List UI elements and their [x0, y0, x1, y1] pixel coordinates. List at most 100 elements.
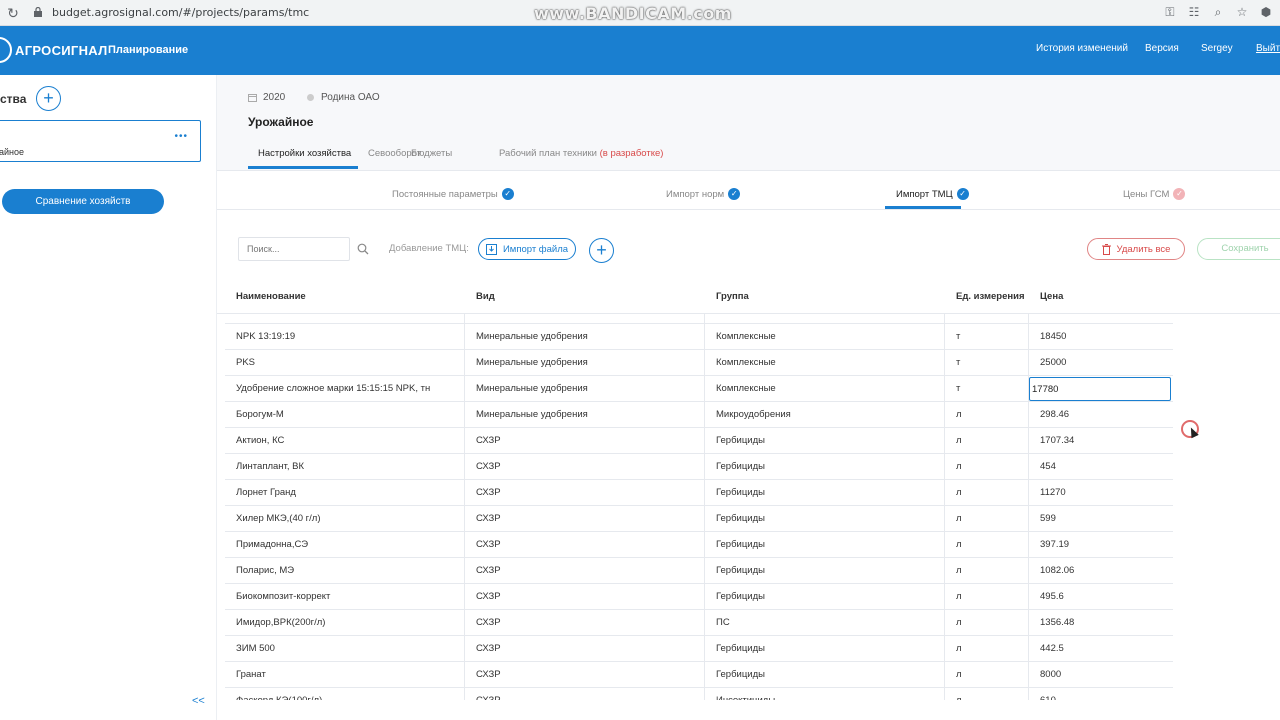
- tab-budgets[interactable]: Бюджеты: [411, 148, 452, 159]
- save-button[interactable]: Сохранить: [1197, 238, 1280, 260]
- table-row[interactable]: ЗИМ 500 СХЗР Гербициды л 442.5: [225, 636, 1173, 662]
- compare-farms-button[interactable]: Сравнение хозяйств: [2, 189, 164, 214]
- column-header-name[interactable]: Наименование: [236, 291, 306, 302]
- cell-unit: л: [945, 428, 1029, 454]
- table-row[interactable]: PKS Минеральные удобрения Комплексные т 2500…: [225, 350, 1173, 376]
- search-icon[interactable]: [357, 243, 369, 255]
- table-row[interactable]: Биокомпозит-коррект СХЗР Гербициды л 495.6: [225, 584, 1173, 610]
- cell-unit: т: [945, 376, 1029, 402]
- table-row[interactable]: Гранат СХЗР Гербициды л 8000: [225, 662, 1173, 688]
- column-header-group[interactable]: Группа: [716, 291, 749, 302]
- trash-icon: [1101, 243, 1111, 255]
- cell-unit: л: [945, 454, 1029, 480]
- collapse-sidebar-button[interactable]: <<: [192, 695, 205, 707]
- cell-name: Имидор,ВРК(200г/л): [225, 610, 465, 636]
- farm-card[interactable]: ••• айное: [0, 120, 201, 162]
- extension-icon[interactable]: ⬢: [1258, 4, 1274, 20]
- cell-unit: л: [945, 636, 1029, 662]
- more-icon[interactable]: •••: [174, 131, 188, 142]
- cell-kind: Минеральные удобрения: [465, 324, 705, 350]
- table-row[interactable]: NPK 13:19:19 Минеральные удобрения Комплек…: [225, 324, 1173, 350]
- import-file-button[interactable]: Импорт файла: [478, 238, 576, 260]
- check-icon: ✓: [501, 188, 514, 200]
- subtab-import-norms-label: Импорт норм: [666, 188, 725, 200]
- breadcrumb-year[interactable]: 2020: [248, 92, 285, 103]
- column-header-price[interactable]: Цена: [1040, 291, 1063, 302]
- subtab-constant-params[interactable]: Постоянные параметры ✓: [392, 188, 514, 200]
- add-tmc-button[interactable]: +: [589, 238, 614, 263]
- cell-unit: т: [945, 324, 1029, 350]
- logout-link[interactable]: Выйт: [1256, 43, 1280, 54]
- subtab-import-tmc[interactable]: Импорт ТМЦ ✓: [896, 188, 969, 200]
- app-header: АГРОСИГНАЛ Планирование История изменени…: [0, 26, 1280, 75]
- cell-price[interactable]: 610: [1029, 688, 1173, 700]
- table-row[interactable]: Линтаплант, ВК СХЗР Гербициды л 454: [225, 454, 1173, 480]
- translate-icon[interactable]: ☷: [1186, 4, 1202, 20]
- lock-icon: [34, 7, 42, 17]
- tab-farm-settings[interactable]: Настройки хозяйства: [258, 148, 351, 159]
- cell-price[interactable]: 298.46: [1029, 402, 1173, 428]
- cell-name: Фаскорд КЭ(100г/л): [225, 688, 465, 700]
- address-bar[interactable]: budget.agrosignal.com/#/projects/params/…: [52, 6, 309, 19]
- cell-name: Гранат: [225, 662, 465, 688]
- key-icon[interactable]: ⚿: [1162, 4, 1178, 20]
- logo-icon: [0, 37, 12, 63]
- cell-unit: л: [945, 558, 1029, 584]
- cell-kind: Минеральные удобрения: [465, 376, 705, 402]
- sidebar: ства + ••• айное Сравнение хозяйств <<: [0, 75, 217, 720]
- delete-all-button[interactable]: Удалить все: [1087, 238, 1185, 260]
- add-farm-button[interactable]: +: [36, 86, 61, 111]
- cell-group: Микроудобрения: [705, 402, 945, 428]
- subtab-fuel-prices[interactable]: Цены ГСМ ✓: [1123, 188, 1186, 200]
- cell-group: Гербициды: [705, 428, 945, 454]
- user-name[interactable]: Sergey: [1201, 43, 1233, 54]
- subtab-import-tmc-label: Импорт ТМЦ: [896, 188, 953, 200]
- brand-subtitle: Планирование: [108, 44, 189, 56]
- tab-machinery-plan[interactable]: Рабочий план техники (в разработке): [499, 148, 663, 159]
- table-row[interactable]: Поларис, МЭ СХЗР Гербициды л 1082.06: [225, 558, 1173, 584]
- bookmark-star-icon[interactable]: ☆: [1234, 4, 1250, 20]
- cell-price[interactable]: 25000: [1029, 350, 1173, 376]
- sub-tabs: Постоянные параметры ✓ Импорт норм ✓ Импор…: [217, 170, 1280, 210]
- zoom-icon[interactable]: ⌕: [1210, 4, 1226, 20]
- cell-price[interactable]: 454: [1029, 454, 1173, 480]
- cell-kind: СХЗР: [465, 506, 705, 532]
- cell-price[interactable]: 1707.34: [1029, 428, 1173, 454]
- table-row[interactable]: Борогум-М Минеральные удобрения Микроудобр…: [225, 402, 1173, 428]
- cell-group: Гербициды: [705, 480, 945, 506]
- cell-unit: л: [945, 584, 1029, 610]
- table-row[interactable]: Имидор,ВРК(200г/л) СХЗР ПС л 1356.48: [225, 610, 1173, 636]
- cell-price[interactable]: 11270: [1029, 480, 1173, 506]
- cell-price[interactable]: 8000: [1029, 662, 1173, 688]
- price-input[interactable]: [1029, 377, 1171, 401]
- table-row[interactable]: Фаскорд КЭ(100г/л)СХЗРИнсектицидыл610: [225, 688, 1173, 700]
- check-icon: ✓: [728, 188, 741, 200]
- table-body: NPK 13:19:19 Минеральные удобрения Комплек…: [225, 314, 1173, 700]
- version-link[interactable]: Версия: [1145, 43, 1179, 54]
- table-row[interactable]: Удобрение сложное марки 15:15:15 NPK, тн…: [225, 376, 1173, 402]
- cell-price[interactable]: 442.5: [1029, 636, 1173, 662]
- subtab-import-norms[interactable]: Импорт норм ✓: [666, 188, 741, 200]
- search-input[interactable]: [238, 237, 350, 261]
- history-link[interactable]: История изменений: [1036, 43, 1128, 54]
- cell-kind: СХЗР: [465, 480, 705, 506]
- reload-icon[interactable]: ↻: [4, 4, 22, 22]
- table-row[interactable]: Примадонна,СЭ СХЗР Гербициды л 397.19: [225, 532, 1173, 558]
- cell-price[interactable]: 1356.48: [1029, 610, 1173, 636]
- column-header-kind[interactable]: Вид: [476, 291, 495, 302]
- table-row[interactable]: Лорнет Гранд СХЗР Гербициды л 11270: [225, 480, 1173, 506]
- cell-price[interactable]: 397.19: [1029, 532, 1173, 558]
- year-label: 2020: [263, 92, 286, 103]
- table-row[interactable]: Актион, КС СХЗР Гербициды л 1707.34: [225, 428, 1173, 454]
- calendar-icon: [248, 94, 257, 102]
- cell-price[interactable]: 1082.06: [1029, 558, 1173, 584]
- cell-price[interactable]: 495.6: [1029, 584, 1173, 610]
- cell-price[interactable]: 18450: [1029, 324, 1173, 350]
- cell-name: Хилер МКЭ,(40 г/л): [225, 506, 465, 532]
- in-development-tag: (в разработке): [599, 148, 664, 159]
- column-header-unit[interactable]: Ед. измерения: [956, 291, 1025, 302]
- cell-price[interactable]: 599: [1029, 506, 1173, 532]
- table-row[interactable]: Хилер МКЭ,(40 г/л) СХЗР Гербициды л 599: [225, 506, 1173, 532]
- breadcrumb-company[interactable]: Родина ОАО: [306, 92, 380, 103]
- project-header: 2020 Родина ОАО Урожайное Настройки хозя…: [217, 75, 1280, 170]
